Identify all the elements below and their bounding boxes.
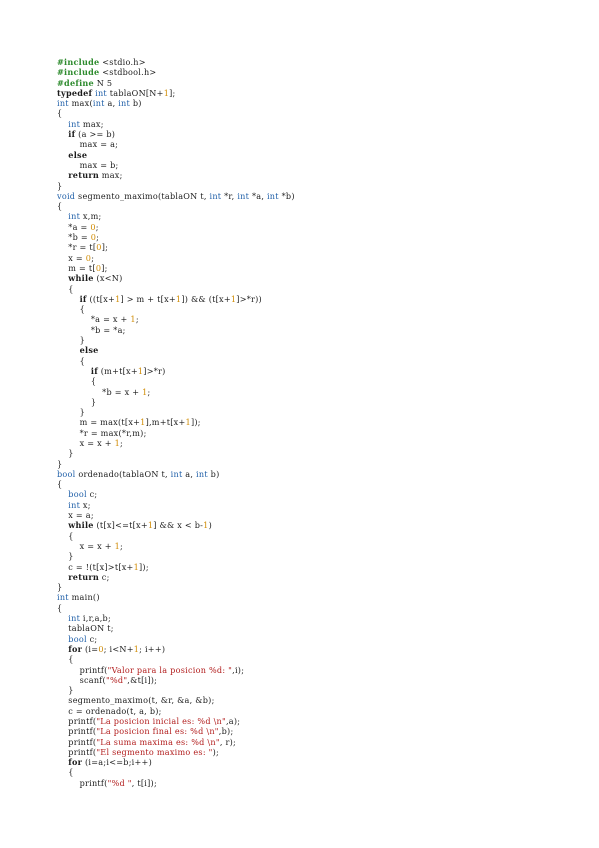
code-line: int main()	[57, 592, 100, 603]
code-line: tablaON t;	[57, 623, 114, 634]
code-line: {	[57, 654, 74, 665]
code-line: #define N 5	[57, 77, 113, 88]
code-line: *a = x + 1;	[57, 314, 139, 325]
code-line: m = max(t[x+1],m+t[x+1]);	[57, 417, 201, 428]
code-line: for (i=a;i<=b;i++)	[68, 757, 152, 768]
code-line: {	[57, 304, 85, 315]
code-line: }	[57, 180, 63, 191]
code-line: }	[57, 335, 85, 346]
code-line: {	[57, 283, 74, 294]
code-line: printf("%d ", t[i]);	[57, 777, 157, 788]
code-line: }	[57, 582, 63, 593]
code-line: else	[79, 345, 99, 356]
code-line: bool c;	[68, 633, 98, 644]
code-line: int max(int a, int b)	[57, 98, 142, 109]
code-line: segmento_maximo(t, &r, &a, &b);	[57, 695, 215, 706]
code-line: printf("La suma maxima es: %d \n", r);	[57, 736, 236, 747]
code-line: if (a >= b)	[68, 129, 116, 140]
code-line: {	[57, 479, 63, 490]
code-line: max = b;	[57, 159, 119, 170]
code-line: if (m+t[x+1]>*r)	[90, 365, 166, 376]
code-line: *a = 0;	[57, 221, 99, 232]
code-line: typedef int tablaON[N+1];	[57, 87, 176, 98]
code-line: *b = x + 1;	[57, 386, 151, 397]
code-line: }	[57, 448, 74, 459]
code-line: }	[57, 458, 63, 469]
code-line: else	[68, 149, 88, 160]
document-page: #include <stdio.h> #include <stdbool.h> #d…	[0, 0, 599, 848]
code-line: {	[57, 376, 97, 387]
code-line: {	[57, 767, 74, 778]
code-line: bool ordenado(tablaON t, int a, int b)	[57, 468, 220, 479]
code-line: while (t[x]<=t[x+1] && x < b-1)	[68, 520, 212, 531]
code-line: printf("La posicion final es: %d \n",b);	[57, 726, 234, 737]
code-listing: #include <stdio.h> #include <stdbool.h> #d…	[57, 57, 577, 788]
code-line: m = t[0];	[57, 262, 108, 273]
code-line: return max;	[68, 170, 123, 181]
code-line: }	[57, 407, 85, 418]
code-line: x = a;	[57, 510, 94, 521]
code-line: int i,r,a,b;	[68, 613, 111, 624]
code-line: scanf("%d",&t[i]);	[57, 674, 158, 685]
code-line: for (i=0; i<N+1; i++)	[68, 643, 166, 654]
code-line: }	[57, 396, 97, 407]
code-line: c = ordenado(t, a, b);	[57, 705, 162, 716]
code-line: *r = t[0];	[57, 242, 109, 253]
code-line: printf("El segmento maximo es: ");	[57, 746, 219, 757]
code-line: *b = *a;	[57, 324, 126, 335]
code-line: x = x + 1;	[57, 540, 123, 551]
code-line: return c;	[68, 571, 110, 582]
code-line: printf("Valor para la posicion %d: ",i);	[57, 664, 245, 675]
code-line: int max;	[68, 118, 104, 129]
code-line: *r = max(*r,m);	[57, 427, 147, 438]
code-line: {	[57, 530, 74, 541]
code-line: #include <stdbool.h>	[57, 67, 157, 78]
code-line: int x;	[68, 499, 91, 510]
code-line: {	[57, 108, 63, 119]
code-line: #include <stdio.h>	[57, 57, 146, 67]
code-line: void segmento_maximo(tablaON t, int *r, …	[57, 190, 295, 201]
code-line: {	[57, 355, 85, 366]
code-line: printf("La posicion inicial es: %d \n",a…	[57, 716, 241, 726]
code-line: x = 0;	[57, 252, 95, 263]
code-line: bool c;	[68, 489, 98, 500]
code-line: c = !(t[x]>t[x+1]);	[57, 561, 149, 572]
code-line: *b = 0;	[57, 232, 100, 243]
code-line: }	[57, 551, 74, 562]
code-line: }	[57, 685, 74, 696]
code-line: if ((t[x+1] > m + t[x+1]) && (t[x+1]>*r)…	[79, 293, 262, 304]
code-line: x = x + 1;	[57, 437, 123, 448]
code-line: {	[57, 602, 63, 613]
code-line: int x,m;	[68, 211, 102, 222]
code-line: {	[57, 201, 63, 212]
code-line: max = a;	[57, 139, 119, 150]
code-line: while (x<N)	[68, 273, 123, 284]
